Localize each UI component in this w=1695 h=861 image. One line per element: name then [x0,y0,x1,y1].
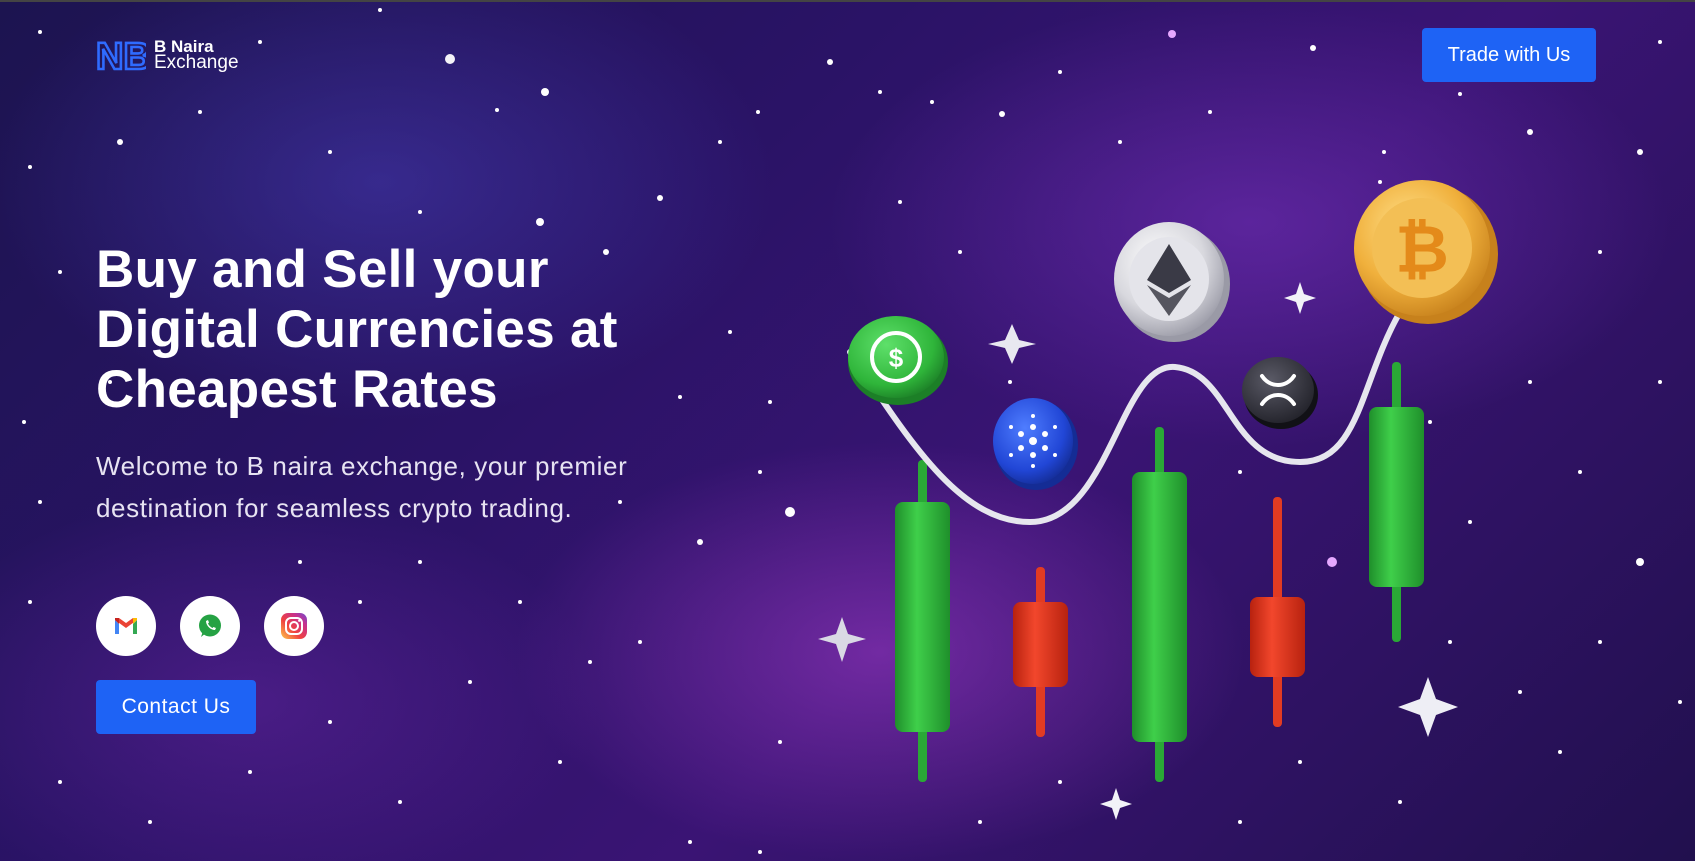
hero-section: NB B Naira Exchange Trade with Us Buy an… [0,0,1695,861]
sparkle-icon [1398,677,1458,737]
whatsapp-icon [199,614,221,637]
headline-line: Buy and Sell your [96,240,549,299]
gmail-link[interactable] [96,596,156,656]
ethereum-coin-icon [1114,222,1230,342]
brand-name-line2: Exchange [154,52,239,73]
candle-green-1 [895,460,950,782]
sparkle-icon [818,617,866,662]
candle-red-2 [1250,497,1305,727]
svg-text:$: $ [889,343,904,373]
usd-coin-icon: $ [848,316,948,405]
trade-with-us-button[interactable]: Trade with Us [1422,28,1596,82]
hero-headline: Buy and Sell your Digital Currencies at … [96,240,696,420]
candle-red-1 [1013,567,1068,737]
contact-us-button[interactable]: Contact Us [96,680,256,734]
crypto-candlestick-illustration: $ ₿ [818,180,1498,820]
svg-text:NB: NB [96,36,146,74]
brand-logo[interactable]: NB B Naira Exchange [96,36,239,74]
gmail-icon [115,618,137,634]
candle-green-3 [1369,362,1424,642]
brand-name: B Naira Exchange [154,38,239,73]
sparkle-icon [1284,282,1316,314]
whatsapp-link[interactable] [180,596,240,656]
headline-line: Cheapest Rates [96,360,498,419]
social-links [96,596,324,656]
xrp-coin-icon [1242,357,1318,429]
sparkle-icon [988,324,1036,364]
bitcoin-coin-icon: ₿ [1354,180,1498,324]
instagram-link[interactable] [264,596,324,656]
instagram-icon [281,613,307,639]
svg-text:₿: ₿ [1395,212,1449,286]
sparkle-icon [1100,788,1132,820]
candle-green-2 [1132,427,1187,782]
cardano-coin-icon [993,398,1078,490]
headline-line: Digital Currencies at [96,300,618,359]
hero-subtext: Welcome to B naira exchange, your premie… [96,451,628,523]
nb-monogram-icon: NB [96,36,146,74]
